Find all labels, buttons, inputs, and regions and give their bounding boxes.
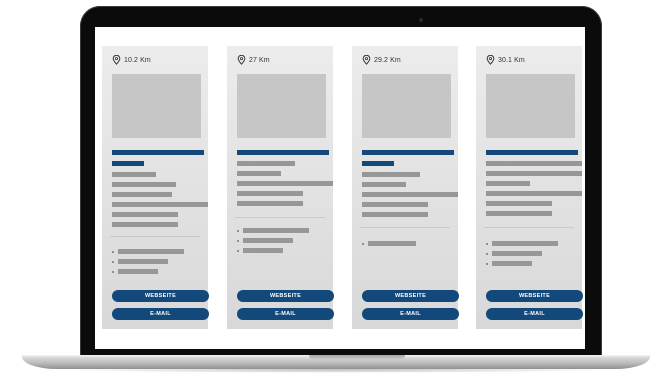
list-placeholder-line [118,249,184,254]
bullet-icon [486,253,488,255]
location-card: 30.1 Km WEBSEITE E-MAIL [476,46,583,329]
image-placeholder [362,74,451,138]
list-placeholder-line [492,251,542,256]
website-button[interactable]: WEBSEITE [112,290,209,302]
distance-label: 29.2 Km [362,54,401,66]
laptop-base [22,355,650,369]
email-button[interactable]: E-MAIL [112,308,209,320]
bullet-icon [486,263,488,265]
email-button[interactable]: E-MAIL [237,308,334,320]
camera-dot [419,18,423,22]
email-button[interactable]: E-MAIL [362,308,459,320]
location-pin-icon [486,55,495,65]
website-button[interactable]: WEBSEITE [237,290,334,302]
text-placeholder-line [362,212,428,217]
image-placeholder [112,74,201,138]
text-placeholder-line [362,172,420,177]
text-placeholder-line [362,192,458,197]
distance-value: 30.1 Km [498,56,525,64]
title-placeholder-line [237,150,329,155]
text-placeholder-line [112,192,172,197]
location-pin-icon [237,55,246,65]
text-placeholder-line [486,201,552,206]
bullet-icon [112,261,114,263]
title-placeholder-line [362,150,454,155]
title-placeholder-line [112,161,144,166]
list-placeholder-line [492,241,558,246]
text-placeholder-line [486,181,530,186]
website-button[interactable]: WEBSEITE [362,290,459,302]
divider [110,236,200,237]
image-placeholder [237,74,326,138]
bullet-icon [112,251,114,253]
distance-label: 27 Km [237,54,270,66]
list-placeholder-line [492,261,532,266]
text-placeholder-line [112,222,178,227]
divider [360,227,450,228]
text-placeholder-line [112,172,156,177]
image-placeholder [486,74,575,138]
distance-label: 30.1 Km [486,54,525,66]
text-placeholder-line [237,191,303,196]
text-placeholder-line [237,201,303,206]
title-placeholder-line [112,150,204,155]
bullet-icon [237,230,239,232]
list-placeholder-line [368,241,416,246]
text-placeholder-line [486,161,582,166]
text-placeholder-line [112,182,176,187]
text-placeholder-line [362,182,406,187]
text-placeholder-line [486,171,582,176]
title-placeholder-line [486,150,578,155]
divider [235,217,325,218]
location-pin-icon [362,55,371,65]
location-pin-icon [112,55,121,65]
text-placeholder-line [237,171,281,176]
email-button[interactable]: E-MAIL [486,308,583,320]
bullet-icon [237,240,239,242]
bullet-icon [486,243,488,245]
distance-value: 29.2 Km [374,56,401,64]
text-placeholder-line [112,202,208,207]
title-placeholder-line [362,161,394,166]
list-placeholder-line [243,238,293,243]
text-placeholder-line [112,212,178,217]
distance-value: 10.2 Km [124,56,151,64]
text-placeholder-line [237,181,333,186]
list-placeholder-line [243,248,283,253]
text-placeholder-line [486,211,552,216]
bullet-icon [362,243,364,245]
divider [484,227,574,228]
location-card: 27 Km WEBSEITE E-MAIL [227,46,334,329]
laptop-hinge-notch [309,355,405,360]
location-card: 10.2 Km WEBSEITE E-MAIL [102,46,209,329]
text-placeholder-line [237,161,295,166]
location-card: 29.2 Km WEBSEITE E-MAIL [352,46,459,329]
laptop-mockup: 10.2 Km WEBSEITE E-MAIL 27 Km WEBSEITE E… [0,0,672,376]
list-placeholder-line [118,269,158,274]
text-placeholder-line [486,191,582,196]
distance-label: 10.2 Km [112,54,151,66]
bullet-icon [237,250,239,252]
list-placeholder-line [243,228,309,233]
bullet-icon [112,271,114,273]
distance-value: 27 Km [249,56,270,64]
website-button[interactable]: WEBSEITE [486,290,583,302]
laptop-screen: 10.2 Km WEBSEITE E-MAIL 27 Km WEBSEITE E… [95,27,585,349]
list-placeholder-line [118,259,168,264]
text-placeholder-line [362,202,428,207]
